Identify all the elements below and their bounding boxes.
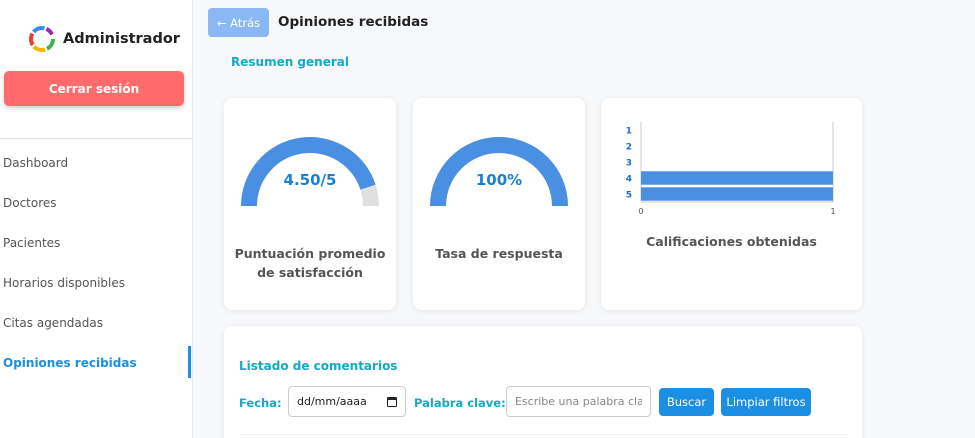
x-tick-label: 0: [638, 207, 643, 216]
comments-panel: Listado de comentarios Fecha: dd/mm/aaaa…: [224, 326, 862, 438]
sidebar-item-doctores[interactable]: Doctores: [3, 196, 57, 210]
brand: Administrador: [27, 24, 180, 54]
logo-icon: [29, 26, 55, 52]
y-tick-label: 3: [626, 159, 632, 169]
date-label: Fecha:: [239, 396, 282, 410]
ratings-chart: 1 2 3 4 50 1: [626, 122, 836, 216]
ratings-card: 1 2 3 4 50 1 Calificaciones obtenidas: [601, 98, 862, 310]
brand-name: Administrador: [63, 31, 180, 47]
x-tick-label: 1: [830, 207, 835, 216]
sidebar-item-dashboard[interactable]: Dashboard: [3, 156, 68, 170]
comments-title: Listado de comentarios: [239, 359, 398, 373]
y-tick-label: 2: [626, 143, 632, 153]
sidebar-item-pacientes[interactable]: Pacientes: [3, 236, 60, 250]
calendar-icon[interactable]: [387, 396, 397, 407]
response-rate-value: 100%: [475, 171, 523, 189]
sidebar-item-opiniones[interactable]: Opiniones recibidas: [3, 356, 137, 370]
bar: [641, 171, 833, 185]
sidebar: Administrador Cerrar sesión Dashboard Do…: [0, 0, 193, 438]
back-button[interactable]: ← Atrás: [208, 8, 269, 37]
clear-filters-button[interactable]: Limpiar filtros: [721, 388, 811, 416]
keyword-input[interactable]: [506, 386, 651, 417]
sidebar-divider: [0, 138, 192, 139]
logout-button[interactable]: Cerrar sesión: [4, 71, 184, 106]
table-header-divider: [239, 434, 847, 435]
sidebar-item-horarios[interactable]: Horarios disponibles: [3, 276, 125, 290]
y-tick-label: 5: [626, 191, 632, 201]
satisfaction-label-line2: de satisfacción: [257, 265, 363, 280]
satisfaction-label: Puntuación promedio de satisfacción: [224, 244, 396, 282]
keyword-label: Palabra clave:: [414, 396, 506, 410]
date-value: dd/mm/aaaa: [297, 395, 367, 408]
page-title: Opiniones recibidas: [278, 14, 429, 30]
response-rate-label: Tasa de respuesta: [435, 246, 563, 261]
ratings-label: Calificaciones obtenidas: [646, 234, 817, 249]
satisfaction-label-line1: Puntuación promedio: [234, 246, 386, 261]
bar: [641, 187, 833, 201]
response-rate-card: 100% Tasa de respuesta: [413, 98, 585, 310]
summary-title: Resumen general: [231, 55, 349, 69]
sidebar-item-citas[interactable]: Citas agendadas: [3, 316, 103, 330]
y-tick-label: 1: [626, 127, 632, 137]
satisfaction-value: 4.50/5: [283, 171, 337, 189]
satisfaction-card: 4.50/5 Puntuación promedio de satisfacci…: [224, 98, 396, 310]
active-indicator: [188, 346, 191, 378]
y-tick-label: 4: [626, 175, 632, 185]
date-field[interactable]: dd/mm/aaaa: [288, 386, 406, 417]
search-button[interactable]: Buscar: [659, 388, 714, 416]
